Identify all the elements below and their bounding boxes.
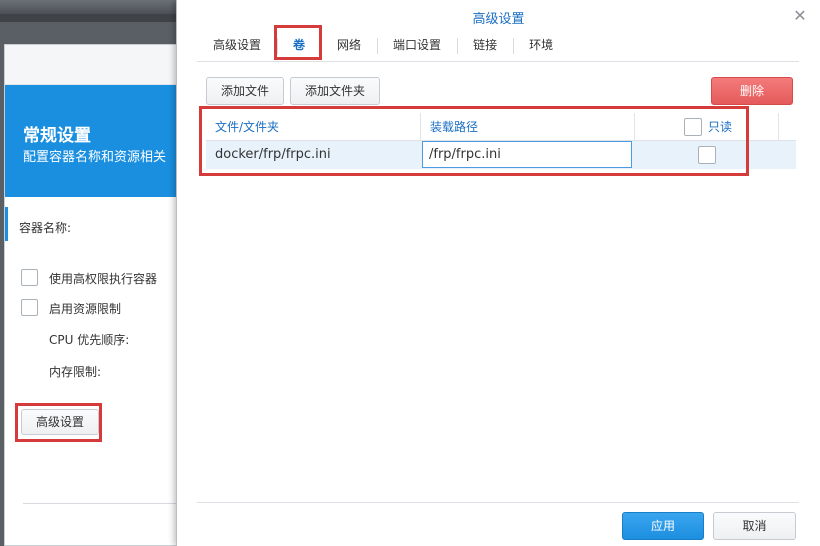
add-file-button[interactable]: 添加文件: [206, 77, 284, 105]
cpu-priority-label: CPU 优先顺序:: [49, 333, 130, 347]
highlight-box-volume-table: [199, 106, 749, 176]
tab-advanced[interactable]: 高级设置: [197, 30, 277, 62]
highlight-box-advanced-button: [15, 403, 102, 442]
resource-limit-label: 启用资源限制: [49, 302, 122, 316]
column-separator: [778, 113, 779, 141]
cancel-button[interactable]: 取消: [713, 512, 796, 540]
tab-port-settings[interactable]: 端口设置: [377, 30, 457, 62]
privileged-label: 使用高权限执行容器: [49, 272, 158, 286]
wizard-subtitle: 配置容器名称和资源相关: [23, 150, 167, 165]
privileged-checkbox[interactable]: [21, 269, 38, 286]
wizard-header-strip: [5, 45, 203, 85]
tab-environment[interactable]: 环境: [513, 30, 569, 62]
add-folder-button[interactable]: 添加文件夹: [290, 77, 380, 105]
delete-button[interactable]: 删除: [711, 77, 793, 105]
resource-limit-checkbox[interactable]: [21, 299, 38, 316]
wizard-divider: [23, 503, 193, 504]
footer-divider: [197, 502, 799, 503]
wizard-title: 常规设置: [23, 126, 91, 146]
tab-links[interactable]: 链接: [457, 30, 513, 62]
memory-limit-label: 内存限制:: [49, 365, 102, 379]
wizard-banner: 常规设置 配置容器名称和资源相关: [5, 85, 203, 197]
tab-network[interactable]: 网络: [321, 30, 377, 62]
wizard-accent-bar: [5, 207, 8, 241]
container-name-label: 容器名称:: [19, 221, 72, 235]
highlight-box-volume-tab: [274, 25, 322, 60]
container-wizard-window: 常规设置 配置容器名称和资源相关 容器名称: 使用高权限执行容器 启用资源限制 …: [4, 44, 204, 546]
close-icon[interactable]: ✕: [792, 8, 808, 24]
apply-button[interactable]: 应用: [622, 512, 704, 540]
